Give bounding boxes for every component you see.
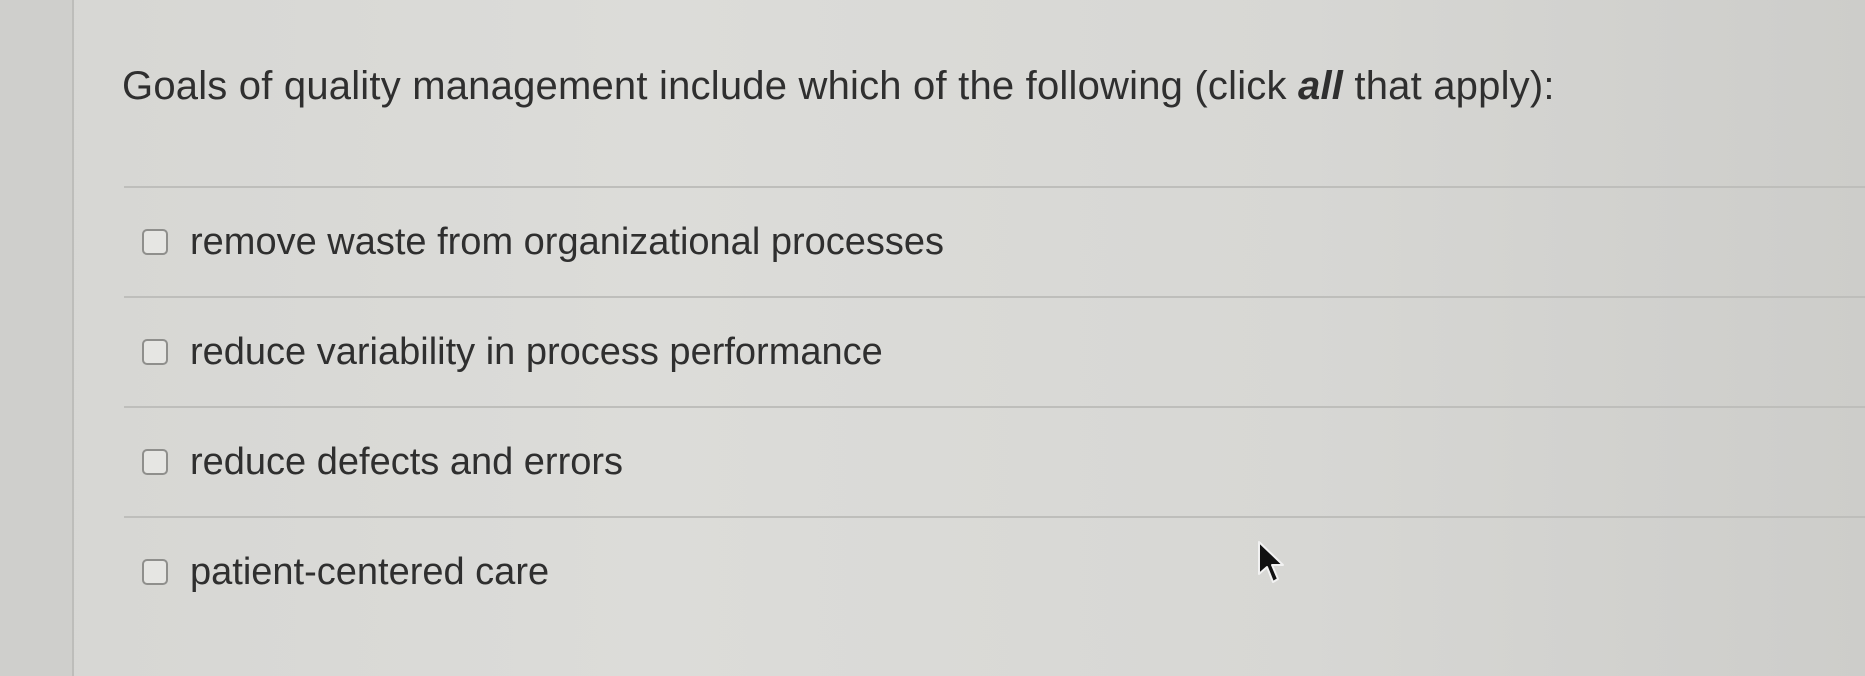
quiz-screen: Goals of quality management include whic… [0, 0, 1865, 676]
answer-option-reduce-variability[interactable]: reduce variability in process performanc… [124, 298, 1865, 408]
checkbox-patient-centered-care[interactable] [142, 559, 168, 585]
left-gutter [0, 0, 74, 676]
question-panel: Goals of quality management include whic… [74, 0, 1865, 676]
question-text: Goals of quality management include whic… [122, 64, 1555, 109]
mouse-pointer-icon [1258, 541, 1284, 583]
answer-option-remove-waste[interactable]: remove waste from organizational process… [124, 188, 1865, 298]
option-label-reduce-defects: reduce defects and errors [190, 440, 624, 483]
answer-options: remove waste from organizational process… [124, 186, 1865, 626]
checkbox-remove-waste[interactable] [142, 229, 168, 255]
option-label-reduce-variability: reduce variability in process performanc… [190, 330, 883, 373]
question-emphasis: all [1298, 64, 1344, 108]
checkbox-reduce-variability[interactable] [142, 339, 168, 365]
answer-option-reduce-defects[interactable]: reduce defects and errors [124, 408, 1865, 518]
option-label-patient-centered-care: patient-centered care [190, 550, 550, 593]
question-suffix: that apply): [1343, 64, 1555, 108]
question-prefix: Goals of quality management include whic… [122, 64, 1299, 108]
answer-option-patient-centered-care[interactable]: patient-centered care [124, 518, 1865, 626]
checkbox-reduce-defects[interactable] [142, 449, 168, 475]
option-label-remove-waste: remove waste from organizational process… [190, 220, 945, 263]
